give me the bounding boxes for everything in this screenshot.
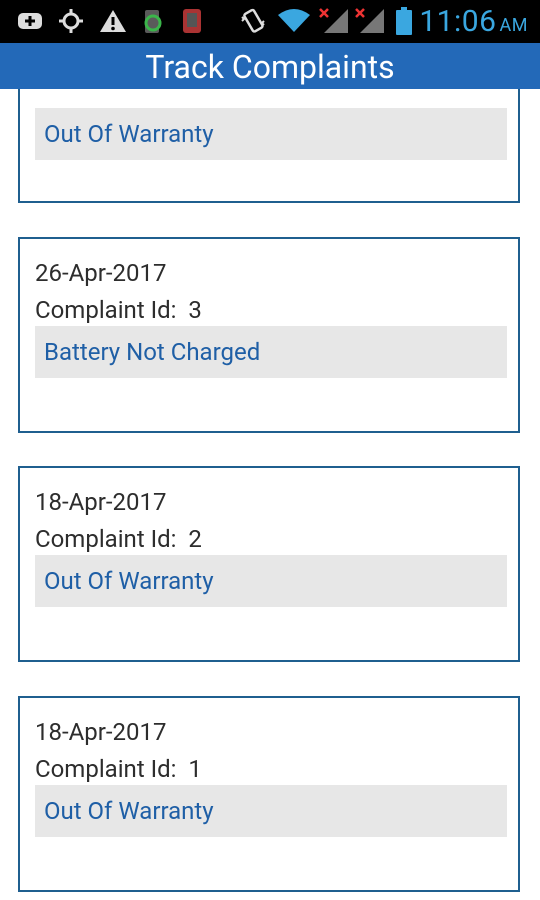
- complaints-list[interactable]: Out Of Warranty 26-Apr-2017 Complaint Id…: [0, 89, 540, 900]
- battery-icon: [395, 7, 413, 35]
- complaint-id: Complaint Id: 2: [35, 525, 202, 553]
- signal-x-icon: [318, 7, 350, 35]
- complaint-card[interactable]: 18-Apr-2017 Complaint Id: 2 Out Of Warra…: [18, 466, 520, 662]
- complaint-id: Complaint Id: 1: [35, 755, 202, 783]
- battery-app-icon: [138, 7, 166, 35]
- complaint-card[interactable]: 26-Apr-2017 Complaint Id: 3 Battery Not …: [18, 237, 520, 433]
- complaint-date: 18-Apr-2017: [35, 488, 167, 516]
- signal-x-icon: [354, 7, 386, 35]
- complaint-id: Complaint Id: 3: [35, 296, 202, 324]
- wifi-icon: [276, 7, 312, 35]
- phone-app-icon: [178, 7, 206, 35]
- complaint-status: Out Of Warranty: [35, 785, 507, 837]
- complaint-card[interactable]: Out Of Warranty: [18, 89, 520, 203]
- complaint-card[interactable]: 18-Apr-2017 Complaint Id: 1 Out Of Warra…: [18, 696, 520, 892]
- gps-icon: [56, 7, 86, 35]
- clock: 11:06 AM: [419, 4, 528, 39]
- complaint-status: Battery Not Charged: [35, 326, 507, 378]
- complaint-status: Out Of Warranty: [35, 108, 507, 160]
- page-title: Track Complaints: [145, 48, 395, 86]
- add-box-icon: [16, 7, 44, 35]
- warning-icon: [98, 7, 128, 35]
- vibrate-icon: [238, 7, 268, 35]
- complaint-date: 26-Apr-2017: [35, 259, 167, 287]
- status-bar: 11:06 AM: [0, 0, 540, 43]
- complaint-status: Out Of Warranty: [35, 555, 507, 607]
- app-bar: Track Complaints: [0, 43, 540, 89]
- complaint-date: 18-Apr-2017: [35, 718, 167, 746]
